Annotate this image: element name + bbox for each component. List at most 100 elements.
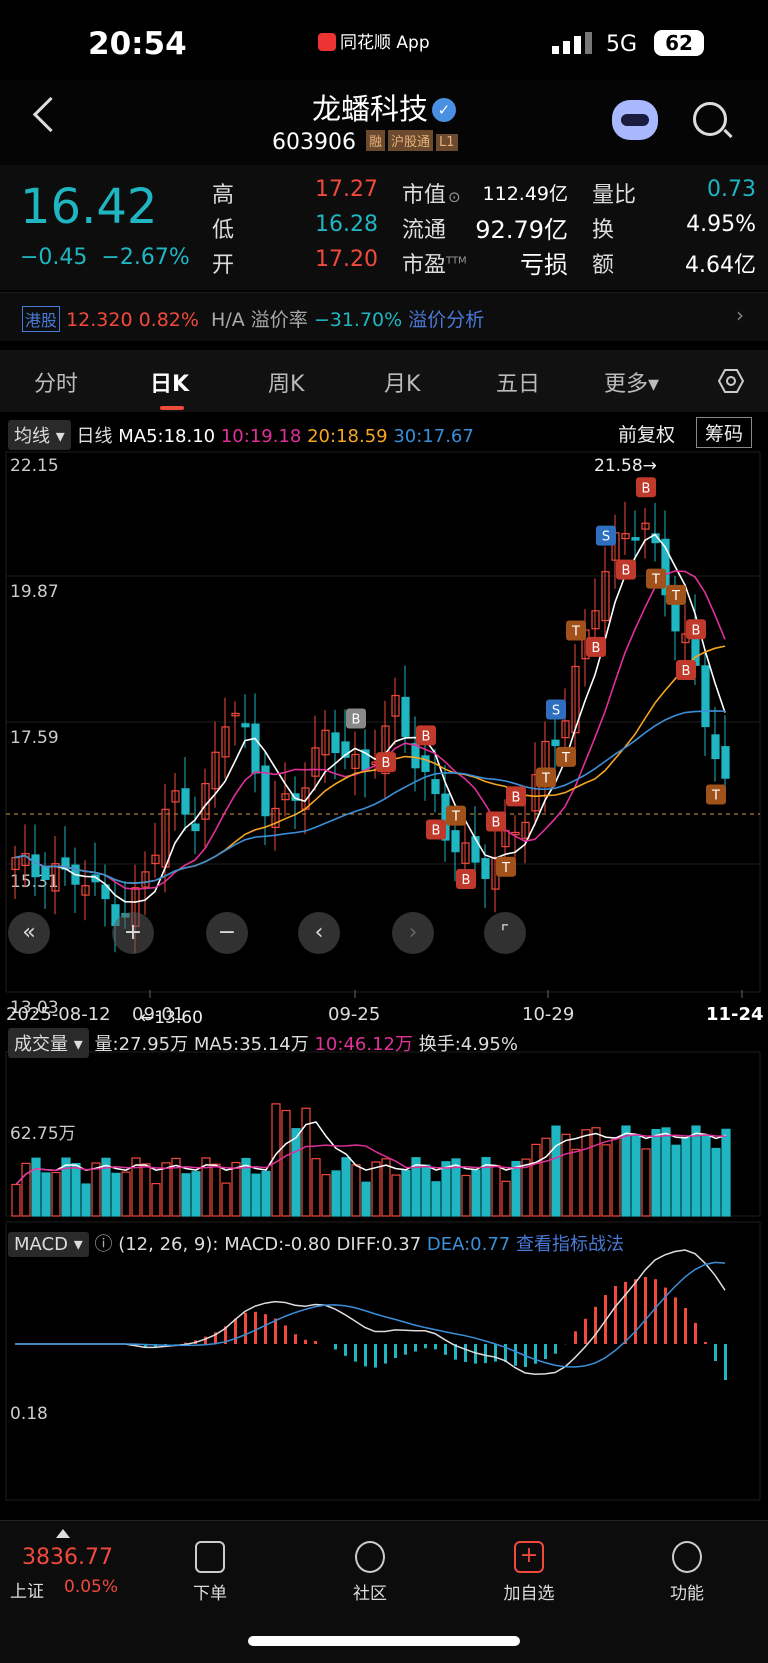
volume-bar [162,1163,170,1216]
chart-area: 均线 ▾ 日线 MA5:18.10 10:19.18 20:18.59 30:1… [0,412,768,1512]
rewind-icon[interactable]: « [8,912,50,954]
nav-community-label: 社区 [353,1584,387,1604]
dea-value: DEA:0.77 [427,1234,510,1255]
tab-monthly-k[interactable]: 月K [384,366,420,398]
candle-body [242,724,249,727]
volume-bar [562,1134,570,1216]
hk-premium-bar[interactable]: 港股 12.320 0.82% H/A 溢价率 −31.70% 溢价分析 › [0,292,768,341]
macd-bar [254,1312,257,1344]
candle-body [432,780,439,794]
connect-tag: 沪股通 [388,130,433,151]
macd-bar [584,1319,587,1344]
volume-bar [282,1111,290,1216]
nav-add-label: 加自选 [504,1584,555,1604]
settings-hex-icon[interactable] [718,368,744,394]
volume-bar [182,1174,190,1216]
signal-marker-letter: S [602,530,610,545]
index-value: 3836.77 [22,1545,113,1570]
moving-average-line [15,571,725,889]
volume-bar [392,1175,400,1216]
macd-bar [434,1344,437,1349]
volume-bar [462,1175,470,1216]
macd-bar [624,1282,627,1344]
macd-bar [694,1323,697,1344]
price-change: −0.45 −2.67% [20,245,190,270]
macd-dropdown[interactable]: MACD ▾ [8,1232,89,1257]
signal-marker-letter: B [422,729,431,744]
scroll-right-icon[interactable]: › [392,912,434,954]
volume-axis-label: 62.75万 [10,1119,76,1144]
nav-order-label: 下单 [193,1584,227,1604]
volume-value: 量:27.95万 [95,1034,189,1055]
zoom-out-icon[interactable]: − [206,912,248,954]
macd-bar [594,1307,597,1344]
candle-body [702,666,709,727]
macd-bar [544,1344,547,1359]
volume-bar [312,1159,320,1216]
macd-bar [284,1325,287,1344]
macd-bar [274,1318,277,1344]
signal-marker-letter: T [451,810,460,825]
macd-bar [264,1314,267,1344]
volume-bar [12,1185,20,1217]
scroll-left-icon[interactable]: ‹ [298,912,340,954]
candle-body [42,867,49,879]
volume-bar [672,1145,680,1216]
volume-ma10: 10:46.12万 [314,1034,413,1055]
macd-params: (12, 26, 9): [118,1234,218,1255]
assistant-robot-icon[interactable] [612,100,658,140]
add-icon: + [514,1541,544,1573]
volume-bar [362,1182,370,1216]
volume-bar [232,1163,240,1216]
open-value: 17.20 [290,247,378,272]
home-indicator [248,1636,520,1646]
volume-bar [662,1128,670,1216]
volume-bar [542,1138,550,1216]
volume-dropdown[interactable]: 成交量 ▾ [8,1028,89,1058]
candle-body [332,733,339,752]
kline-chart[interactable]: BBBBTBBTBTSTTBSBBTTBBT [0,412,768,1512]
status-bar: 20:54 同花顺 App 5G 62 [0,0,768,90]
signal-marker-letter: T [541,772,550,787]
premium-analysis-link[interactable]: 溢价分析 [408,309,484,331]
index-name: 上证 [10,1577,44,1602]
macd-bar [514,1344,517,1366]
signal-marker-letter: T [651,573,660,588]
help-icon[interactable]: ⓘ [94,1234,112,1255]
strategy-link[interactable]: 查看指标战法 [516,1234,624,1255]
tab-daily-k[interactable]: 日K [150,366,189,398]
chevron-right-icon[interactable]: › [736,303,744,327]
zoom-in-icon[interactable]: + [112,912,154,954]
tab-more[interactable]: 更多▾ [604,366,659,398]
volume-bar [342,1158,350,1216]
nav-community[interactable]: 社区 [325,1541,415,1604]
stock-name-text: 龙蟠科技 [312,92,428,126]
macd-bar [494,1344,497,1362]
nav-add-watchlist[interactable]: + 加自选 [484,1541,574,1604]
app-logo-icon [318,33,336,51]
hk-badge: 港股 [22,306,60,332]
volume-bar [592,1128,600,1216]
candle-body [32,855,39,877]
signal-marker-letter: S [552,704,560,719]
fullscreen-icon[interactable]: ⌜ [484,912,526,954]
volume-bar [472,1170,480,1216]
tab-five-day[interactable]: 五日 [496,366,540,398]
premium-value: −31.70% [314,309,402,331]
volume-bar [122,1172,130,1216]
signal-marker-letter: B [492,816,501,831]
volume-ma5: MA5:35.14万 [194,1034,309,1055]
tab-intraday[interactable]: 分时 [34,366,78,398]
signal-marker-letter: B [432,823,441,838]
info-icon[interactable]: ⊙ [448,188,461,206]
volume-bar [352,1165,360,1216]
moving-averages [15,534,725,902]
app-name: 同花顺 App [340,33,430,53]
tab-weekly-k[interactable]: 周K [268,366,304,398]
nav-order[interactable]: 下单 [165,1541,255,1604]
search-icon[interactable] [693,102,727,136]
date-label: 10-29 [522,1004,574,1025]
volume-bar [632,1135,640,1216]
float-value: 92.79亿 [470,210,568,245]
nav-functions[interactable]: 功能 [642,1541,732,1604]
